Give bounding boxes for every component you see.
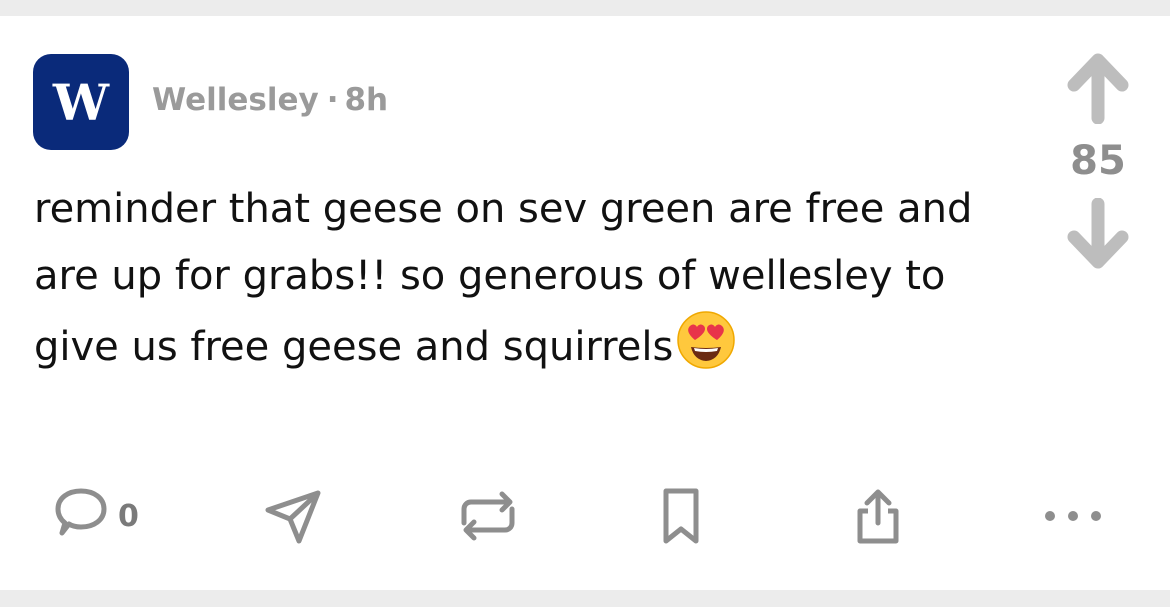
- upload-share-icon: [857, 489, 899, 544]
- avatar-letter: W: [52, 73, 110, 132]
- downvote-arrow-icon[interactable]: [1066, 198, 1130, 270]
- heart-eyes-emoji-icon: [676, 310, 736, 391]
- comment-icon: [55, 488, 107, 536]
- post-card: W Wellesley · 8h reminder that geese on se…: [0, 16, 1170, 590]
- share-send-icon: [265, 490, 321, 544]
- author-name[interactable]: Wellesley: [152, 82, 319, 118]
- send-button[interactable]: [262, 486, 324, 546]
- post-time: 8h: [344, 82, 389, 118]
- repost-button[interactable]: [456, 486, 520, 546]
- more-icon: [1045, 511, 1101, 521]
- comment-button[interactable]: 0: [50, 486, 139, 546]
- comment-count: 0: [118, 498, 139, 534]
- post-meta: Wellesley · 8h: [152, 80, 388, 120]
- bookmark-icon: [663, 488, 699, 544]
- post-text: reminder that geese on sev green are fre…: [34, 186, 973, 370]
- meta-separator: ·: [326, 82, 339, 118]
- action-bar: 0: [0, 486, 1170, 546]
- vote-panel: 85: [1050, 52, 1146, 270]
- vote-count: 85: [1070, 138, 1126, 184]
- post-body: reminder that geese on sev green are fre…: [34, 176, 1024, 391]
- bookmark-button[interactable]: [656, 486, 706, 546]
- repost-icon: [461, 491, 515, 541]
- share-button[interactable]: [850, 486, 906, 546]
- more-options-button[interactable]: [1040, 486, 1106, 546]
- upvote-arrow-icon[interactable]: [1066, 52, 1130, 124]
- avatar[interactable]: W: [33, 54, 129, 150]
